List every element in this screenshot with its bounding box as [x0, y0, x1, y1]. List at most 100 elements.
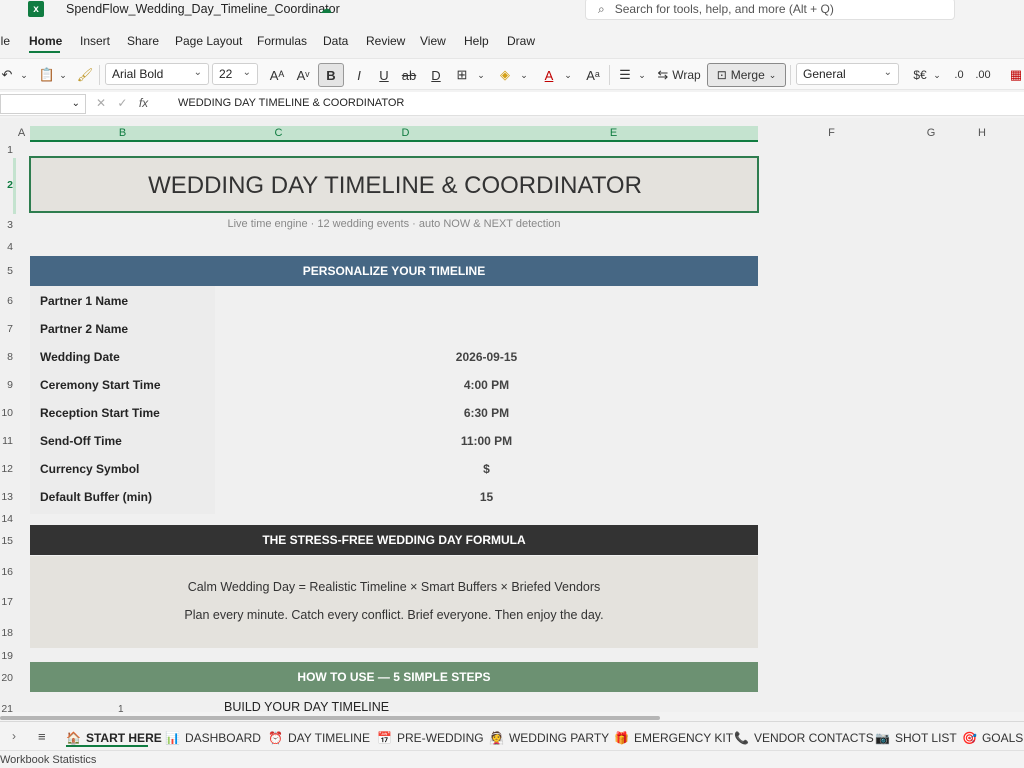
column-header-d[interactable]: D [342, 126, 469, 141]
increase-decimal-icon[interactable]: .00 [974, 63, 992, 87]
conditional-format-icon[interactable]: ▦ [1008, 63, 1024, 87]
cloud-saved-icon[interactable]: ☁ [320, 2, 332, 16]
sheet-tab-shot-list[interactable]: 📷 SHOT LIST [875, 728, 957, 748]
sheet-tab-vendor-contacts[interactable]: 📞 VENDOR CONTACTS [734, 728, 874, 748]
row-header[interactable]: 9 [0, 379, 13, 391]
title-cell[interactable]: WEDDING DAY TIMELINE & COORDINATOR [29, 156, 759, 213]
font-color-chevron-icon[interactable]: ⌄ [562, 63, 574, 87]
fill-color-icon[interactable]: ◈ [494, 63, 516, 87]
decrease-decimal-icon[interactable]: .0 [950, 63, 968, 87]
sheet-tab-emergency-kit[interactable]: 🎁 EMERGENCY KIT [614, 728, 733, 748]
excel-app-icon[interactable]: x [28, 1, 44, 17]
borders-dropdown-chevron-icon[interactable]: ⌄ [475, 63, 487, 87]
tab-home[interactable]: Home [29, 34, 62, 48]
spreadsheet-grid[interactable]: A B C D E F G H 1 2 3 4 5 6 7 8 9 10 11 … [0, 118, 1024, 712]
row-header[interactable]: 12 [0, 463, 13, 475]
wrap-text-button[interactable]: ⇆ Wrap [654, 63, 704, 87]
row-header[interactable]: 11 [0, 435, 13, 447]
tab-help[interactable]: Help [464, 34, 489, 48]
paste-dropdown-chevron-icon[interactable]: ⌄ [57, 63, 69, 87]
row-header[interactable]: 5 [0, 265, 13, 277]
column-header-a[interactable]: A [13, 126, 30, 141]
currency-symbol-input[interactable]: $ [215, 462, 758, 476]
column-header-h[interactable]: H [957, 126, 1007, 141]
all-sheets-menu-icon[interactable]: ≡ [38, 729, 46, 744]
row-header[interactable]: 17 [0, 596, 13, 608]
tab-page-layout[interactable]: Page Layout [175, 34, 242, 48]
tab-file[interactable]: ile [0, 34, 10, 48]
row-header[interactable]: 8 [0, 351, 13, 363]
cancel-icon[interactable]: ✕ [96, 96, 106, 110]
row-header[interactable]: 2 [0, 179, 13, 191]
row-header[interactable]: 4 [0, 241, 13, 253]
insert-function-icon[interactable]: fx [139, 96, 148, 110]
fill-color-chevron-icon[interactable]: ⌄ [518, 63, 530, 87]
sheet-tab-dashboard[interactable]: 📊 DASHBOARD [165, 728, 261, 748]
double-underline-button[interactable]: D [425, 63, 447, 87]
row-header[interactable]: 6 [0, 295, 13, 307]
column-header-c[interactable]: C [215, 126, 342, 141]
row-header[interactable]: 1 [0, 144, 13, 156]
font-color-icon[interactable]: A [538, 63, 560, 87]
tab-scroll-right-icon[interactable]: › [12, 729, 16, 743]
row-header[interactable]: 21 [0, 703, 13, 712]
sheet-tab-wedding-party[interactable]: 👰 WEDDING PARTY [489, 728, 609, 748]
underline-button[interactable]: U [373, 63, 395, 87]
row-header[interactable]: 16 [0, 566, 13, 578]
row-header[interactable]: 20 [0, 672, 13, 684]
row-header[interactable]: 14 [0, 513, 13, 525]
column-header-e[interactable]: E [469, 126, 758, 141]
italic-button[interactable]: I [348, 63, 370, 87]
tab-view[interactable]: View [420, 34, 446, 48]
row-header[interactable]: 13 [0, 491, 13, 503]
text-effects-icon[interactable]: Aᵃ [582, 63, 604, 87]
document-title[interactable]: SpendFlow_Wedding_Day_Timeline_Coordinat… [66, 2, 340, 16]
align-chevron-icon[interactable]: ⌄ [636, 63, 648, 87]
send-off-time-input[interactable]: 11:00 PM [215, 434, 758, 448]
tab-insert[interactable]: Insert [80, 34, 110, 48]
align-icon[interactable]: ☰ [615, 63, 635, 87]
column-header-f[interactable]: F [758, 126, 905, 141]
formula-input[interactable]: WEDDING DAY TIMELINE & COORDINATOR [178, 97, 404, 109]
name-box[interactable]: ⌄ [0, 94, 86, 114]
paste-icon[interactable]: 📋 [38, 63, 56, 87]
borders-icon[interactable]: ⊞ [452, 63, 472, 87]
font-name-dropdown[interactable]: Arial Bold ⌄ [105, 63, 209, 85]
column-header-b[interactable]: B [30, 126, 215, 141]
tab-data[interactable]: Data [323, 34, 348, 48]
strikethrough-button[interactable]: ab [398, 63, 420, 87]
row-header[interactable]: 3 [0, 219, 13, 231]
currency-chevron-icon[interactable]: ⌄ [931, 63, 943, 87]
row-header[interactable]: 10 [0, 407, 13, 419]
decrease-font-size-icon[interactable]: Aᵛ [292, 63, 314, 87]
bold-button[interactable]: B [318, 63, 344, 87]
column-header-g[interactable]: G [905, 126, 957, 141]
number-format-dropdown[interactable]: General ⌄ [796, 63, 899, 85]
tab-review[interactable]: Review [366, 34, 405, 48]
sheet-tab-day-timeline[interactable]: ⏰ DAY TIMELINE [268, 728, 370, 748]
currency-format-icon[interactable]: $€ [910, 63, 930, 87]
sheet-tab-pre-wedding[interactable]: 📅 PRE-WEDDING [377, 728, 484, 748]
default-buffer-input[interactable]: 15 [215, 490, 758, 504]
search-box[interactable]: ⌕ Search for tools, help, and more (Alt … [585, 0, 955, 20]
reception-start-input[interactable]: 6:30 PM [215, 406, 758, 420]
row-header[interactable]: 7 [0, 323, 13, 335]
tab-draw[interactable]: Draw [507, 34, 535, 48]
sheet-tab-goals[interactable]: 🎯 GOALS [962, 728, 1023, 748]
tab-formulas[interactable]: Formulas [257, 34, 307, 48]
row-header[interactable]: 15 [0, 535, 13, 547]
row-header[interactable]: 19 [0, 650, 13, 662]
horizontal-scrollbar[interactable] [0, 716, 660, 720]
merge-button[interactable]: ⊡ Merge ⌄ [707, 63, 786, 87]
workbook-statistics[interactable]: Workbook Statistics [0, 754, 96, 766]
increase-font-size-icon[interactable]: Aᴬ [266, 63, 288, 87]
row-header[interactable]: 18 [0, 627, 13, 639]
undo-dropdown-chevron-icon[interactable]: ⌄ [18, 63, 30, 87]
enter-icon[interactable]: ✓ [117, 96, 127, 110]
tab-share[interactable]: Share [127, 34, 159, 48]
format-painter-icon[interactable]: 🖌 [76, 63, 94, 87]
ceremony-start-input[interactable]: 4:00 PM [215, 378, 758, 392]
font-size-dropdown[interactable]: 22 ⌄ [212, 63, 258, 85]
wedding-date-input[interactable]: 2026-09-15 [215, 350, 758, 364]
undo-icon[interactable]: ↶ [0, 63, 14, 87]
